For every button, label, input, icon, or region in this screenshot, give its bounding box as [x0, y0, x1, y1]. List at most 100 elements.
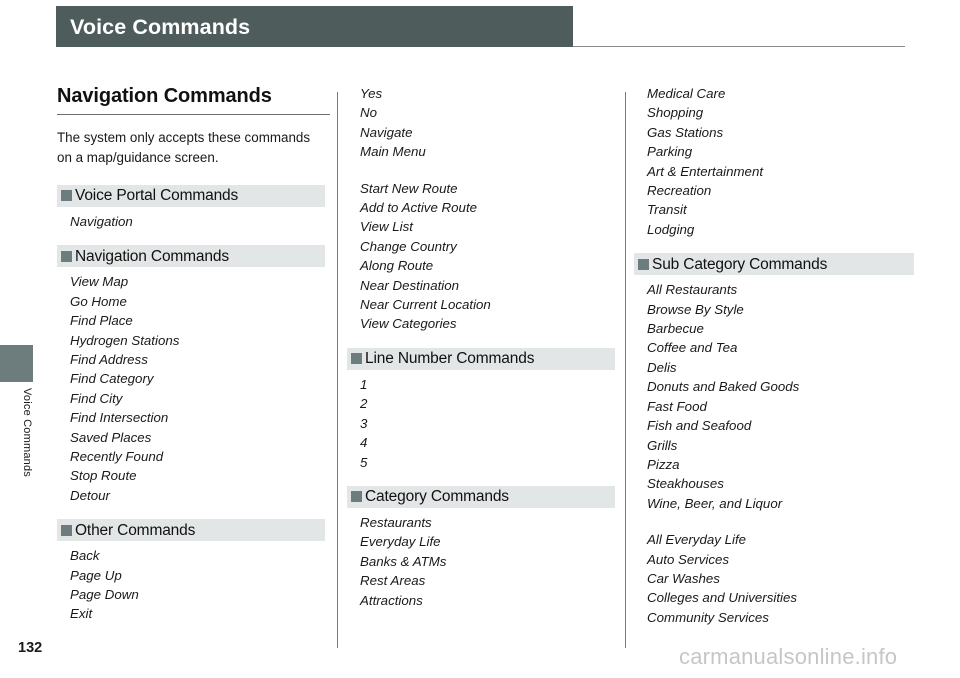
right-column-sections: Sub Category Commands All Restaurants Brow…	[634, 253, 914, 627]
command-item: Delis	[647, 359, 677, 375]
command-item: View Map	[70, 274, 129, 290]
command-item: 5	[360, 454, 368, 470]
middle-column-sections: Line Number Commands 1 2 3 4 5 Category Comman…	[347, 347, 615, 610]
intro-paragraph: The system only accepts these commands o…	[57, 130, 311, 165]
command-item: Barbecue	[647, 321, 704, 337]
square-bullet-icon	[61, 190, 72, 202]
square-bullet-icon	[61, 524, 72, 536]
page-number: 132	[18, 640, 43, 656]
command-item: 1	[360, 376, 368, 392]
command-item: Find City	[70, 390, 123, 406]
command-item: 2	[360, 396, 368, 412]
left-column-sections: Voice Portal Commands Navigation Navigatio…	[57, 184, 325, 624]
command-item: Everyday Life	[360, 534, 441, 550]
command-list: Navigation	[57, 212, 325, 231]
command-list: All Everyday Life Auto Services Car Washes…	[634, 530, 914, 627]
command-item: Find Intersection	[70, 410, 169, 426]
command-list: All Restaurants Browse By Style Barbecue Co…	[634, 280, 914, 513]
command-list: Start New Route Add to Active Route View L…	[347, 179, 615, 334]
command-item: Fish and Seafood	[647, 418, 752, 434]
command-item: Coffee and Tea	[647, 340, 738, 356]
command-item: Wine, Beer, and Liquor	[647, 495, 783, 511]
command-item: Restaurants	[360, 514, 432, 530]
navigation-commands-title: Navigation Commands	[57, 85, 272, 107]
command-list: 1 2 3 4 5	[347, 375, 615, 472]
command-list: View Map Go Home Find Place Hydrogen Statio…	[57, 272, 325, 505]
square-bullet-icon	[638, 258, 649, 270]
section-header: Navigation Commands	[57, 245, 325, 268]
command-item: Colleges and Universities	[647, 590, 798, 606]
command-list: Back Page Up Page Down Exit	[57, 546, 325, 624]
command-item: Gas Stations	[647, 124, 724, 140]
command-item: Find Address	[70, 352, 148, 368]
command-item: Car Washes	[647, 570, 720, 586]
section-header-label: Voice Portal Commands	[75, 187, 239, 205]
square-bullet-icon	[351, 491, 362, 503]
list-group-gap	[634, 513, 914, 530]
command-item: Near Destination	[360, 277, 460, 293]
command-item: View List	[360, 219, 413, 235]
command-item: Main Menu	[360, 144, 426, 160]
section-header: Category Commands	[347, 485, 615, 508]
command-item: Fast Food	[647, 398, 707, 414]
command-list: Restaurants Everyday Life Banks & ATMs Rest…	[347, 513, 615, 610]
command-item: Find Category	[70, 371, 154, 387]
command-item: Page Down	[70, 587, 139, 603]
command-item: Browse By Style	[647, 301, 744, 317]
command-item: Banks & ATMs	[360, 553, 447, 569]
middle-column: Yes No Navigate Main Menu Start New Route Add…	[347, 84, 615, 610]
command-item: 3	[360, 415, 368, 431]
command-item: Attractions	[360, 592, 423, 608]
command-item: Art & Entertainment	[647, 163, 764, 179]
command-list: Yes No Navigate Main Menu	[347, 84, 615, 162]
command-item: View Categories	[360, 316, 457, 332]
command-item: Navigate	[360, 124, 413, 140]
command-item: Parking	[647, 144, 693, 160]
section-header: Voice Portal Commands	[57, 184, 325, 207]
command-item: Page Up	[70, 567, 122, 583]
command-item: Stop Route	[70, 468, 137, 484]
command-item: Navigation	[70, 213, 133, 229]
navigation-commands-continued: Yes No Navigate Main Menu Start New Route Add…	[347, 84, 615, 334]
column-divider-right	[625, 92, 626, 648]
section-header-label: Navigation Commands	[75, 247, 229, 265]
command-item: Medical Care	[647, 86, 726, 101]
command-item: Detour	[70, 487, 110, 503]
column-divider-left	[337, 92, 338, 648]
list-group-gap	[347, 162, 615, 179]
command-item: Shopping	[647, 105, 704, 121]
command-item: 4	[360, 435, 368, 451]
command-item: Recently Found	[70, 449, 164, 465]
left-column: Navigation Commands The system only acce…	[57, 84, 330, 624]
command-item: Along Route	[360, 258, 434, 274]
section-header: Line Number Commands	[347, 347, 615, 370]
command-item: Start New Route	[360, 180, 458, 196]
command-item: Near Current Location	[360, 297, 491, 313]
right-column: Medical Care Shopping Gas Stations Parking A…	[634, 84, 914, 627]
title-underline	[57, 114, 330, 115]
category-commands-continued: Medical Care Shopping Gas Stations Parking A…	[634, 84, 914, 239]
page-title: Voice Commands	[70, 15, 251, 39]
command-list: Medical Care Shopping Gas Stations Parking A…	[634, 84, 914, 239]
section-header-label: Line Number Commands	[365, 350, 535, 368]
command-item: Yes	[360, 86, 383, 101]
command-item: Grills	[647, 437, 678, 453]
command-item: Transit	[647, 202, 687, 218]
command-item: All Everyday Life	[647, 532, 747, 548]
site-watermark: carmanualsonline.info	[679, 644, 898, 669]
command-item: Change Country	[360, 238, 457, 254]
header-divider-rule	[573, 46, 905, 47]
command-item: Hydrogen Stations	[70, 332, 180, 348]
section-header-label: Sub Category Commands	[652, 255, 828, 273]
command-item: Exit	[70, 606, 93, 622]
command-item: Rest Areas	[360, 573, 426, 589]
command-item: Find Place	[70, 313, 133, 329]
command-item: Pizza	[647, 456, 680, 472]
command-item: No	[360, 105, 377, 121]
command-item: Recreation	[647, 183, 712, 199]
section-header-label: Category Commands	[365, 488, 509, 506]
command-item: Saved Places	[70, 429, 152, 445]
command-item: All Restaurants	[647, 282, 738, 298]
command-item: Steakhouses	[647, 476, 724, 492]
section-header-label: Other Commands	[75, 521, 196, 539]
